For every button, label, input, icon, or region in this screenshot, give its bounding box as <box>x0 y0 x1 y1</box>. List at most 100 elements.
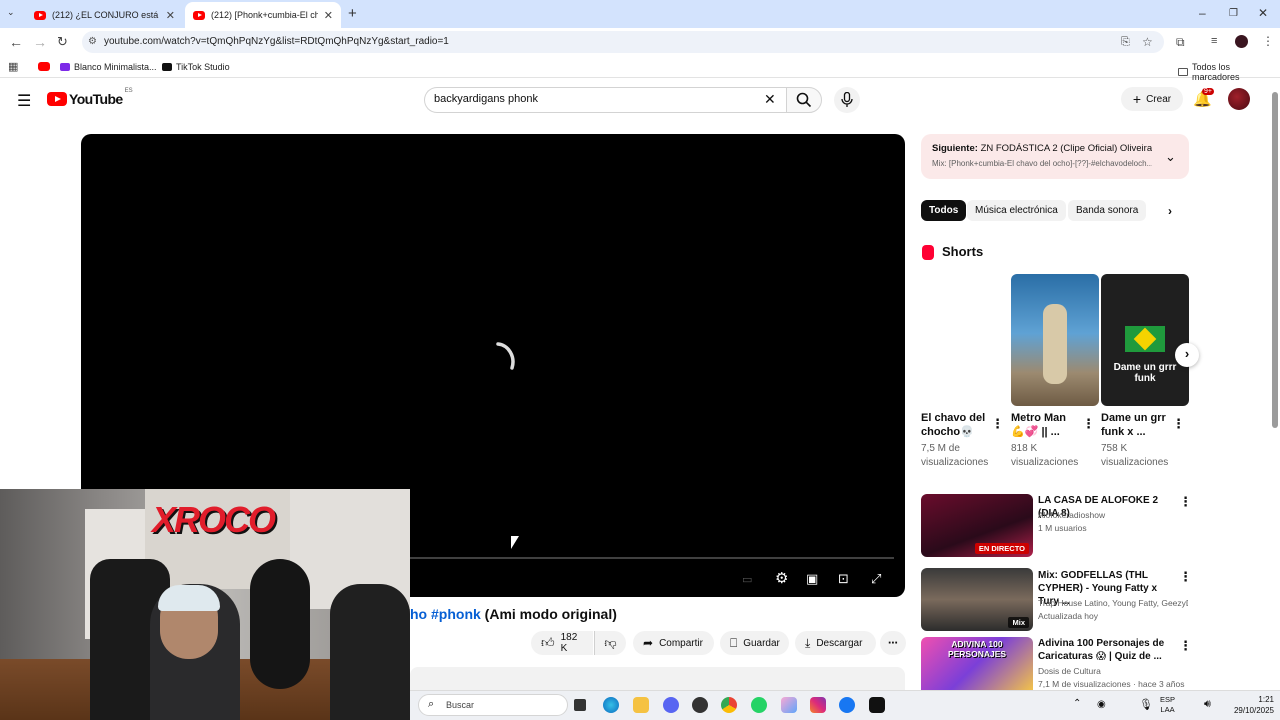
cast-icon[interactable]: ⊡ <box>838 571 849 587</box>
short-thumbnail-2[interactable] <box>1011 274 1099 406</box>
short-menu-icon-1[interactable]: ⋮ <box>991 416 1004 432</box>
task-view-icon[interactable] <box>574 699 586 711</box>
expand-chevron-icon[interactable]: ⌄ <box>1165 149 1176 165</box>
browser-tab-2[interactable]: (212) [Phonk+cumbia-El chavo ✕ <box>185 2 341 28</box>
video-channel-2[interactable]: Trap House Latino, Young Fatty, GeezyDe.… <box>1038 597 1188 609</box>
language-indicator[interactable]: ESP LAA <box>1160 695 1175 715</box>
tray-chevron-icon[interactable]: ⌃ <box>1073 698 1081 709</box>
download-button[interactable]: ⤓ Descargar <box>795 631 876 655</box>
settings-gear-icon[interactable]: ⚙ <box>775 569 788 587</box>
minimize-icon[interactable]: – <box>1199 6 1206 20</box>
share-button[interactable]: ➦ Compartir <box>633 631 714 655</box>
short-thumbnail-3[interactable]: Dame un grrr funk <box>1101 274 1189 406</box>
all-bookmarks[interactable]: Todos los marcadores <box>1178 62 1280 82</box>
dislike-button[interactable]: 👎︎ <box>594 631 626 655</box>
steam-icon[interactable] <box>692 697 708 713</box>
search-icon <box>796 92 812 108</box>
close-tab-icon[interactable]: ✕ <box>324 9 333 22</box>
instagram-icon[interactable] <box>810 697 826 713</box>
chip-musica-electronica[interactable]: Música electrónica <box>967 200 1066 221</box>
whatsapp-icon[interactable] <box>751 697 767 713</box>
chip-todos[interactable]: Todos <box>921 200 967 221</box>
forward-icon[interactable]: → <box>33 34 47 50</box>
profile-avatar[interactable] <box>1235 35 1248 48</box>
file-explorer-icon[interactable] <box>633 697 649 713</box>
bookmark-tiktok[interactable]: TikTok Studio <box>162 62 230 72</box>
maximize-icon[interactable]: ❐ <box>1229 8 1238 19</box>
short-thumbnail-1[interactable] <box>921 274 1009 406</box>
clock[interactable]: 1:21 29/10/2025 <box>1222 694 1274 716</box>
volume-icon[interactable]: 🔊︎ <box>1204 698 1211 711</box>
short-menu-icon-3[interactable]: ⋮ <box>1172 416 1185 432</box>
video-title-2a[interactable]: Mix: GODFELLAS (THL <box>1038 569 1173 582</box>
site-info-icon[interactable]: ⚙ <box>88 36 97 47</box>
browser-tab-1[interactable]: (212) ¿EL CONJURO está BASAD ✕ <box>26 2 183 28</box>
up-next-title[interactable]: Siguiente: ZN FODÁSTICA 2 (Clipe Oficial… <box>932 143 1152 154</box>
bookmark-blanco[interactable]: Blanco Minimalista... <box>60 62 157 72</box>
video-menu-icon-2[interactable]: ⋮ <box>1179 569 1192 585</box>
install-app-icon[interactable]: ⎘ <box>1121 36 1130 49</box>
page-scrollbar[interactable] <box>1272 92 1278 428</box>
search-input[interactable]: backyardigans phonk <box>434 93 538 105</box>
notifications-button[interactable]: 🔔 9+ <box>1193 88 1214 109</box>
url-text[interactable]: youtube.com/watch?v=tQmQhPqNzYg&list=RDt… <box>104 36 449 47</box>
fullscreen-icon[interactable]: ⤢ <box>871 571 881 587</box>
shorts-next-button[interactable]: › <box>1175 343 1199 367</box>
chrome-menu-icon[interactable]: ⋮ <box>1262 34 1274 48</box>
short-title-2b[interactable]: 💪💞 || ... <box>1011 425 1060 439</box>
video-title-3a[interactable]: Adivina 100 Personajes de <box>1038 637 1173 650</box>
voice-search-button[interactable] <box>834 87 860 113</box>
theater-mode-icon[interactable]: ▣ <box>806 571 818 587</box>
back-icon[interactable]: ← <box>9 34 23 50</box>
more-actions-button[interactable]: ⋯ <box>880 631 906 655</box>
video-thumbnail-3[interactable]: ADIVINA 100 PERSONAJES <box>921 637 1033 690</box>
media-icon[interactable]: ≡ <box>1211 35 1217 47</box>
short-title-1b[interactable]: chocho💀 <box>921 425 974 439</box>
account-avatar[interactable] <box>1228 88 1250 110</box>
chrome-taskbar-icon[interactable] <box>721 697 737 713</box>
tab-search-icon[interactable]: ⌄ <box>7 7 15 18</box>
video-channel-1[interactable]: Alofokeradioshow <box>1038 509 1188 521</box>
clear-search-icon[interactable]: ✕ <box>764 91 776 108</box>
search-button[interactable] <box>786 87 822 113</box>
create-button[interactable]: + Crear <box>1121 87 1183 111</box>
new-tab-icon[interactable]: + <box>348 5 357 22</box>
short-title-3b[interactable]: funk x ... <box>1101 425 1146 439</box>
video-title-3b[interactable]: Caricaturas 😱 | Quiz de ... <box>1038 650 1173 663</box>
edge-icon[interactable] <box>603 697 619 713</box>
youtube-logo[interactable]: YouTube ES <box>47 88 133 107</box>
save-button[interactable]: ⎕ Guardar <box>720 631 789 655</box>
extensions-icon[interactable]: ⧉ <box>1176 35 1185 50</box>
like-button[interactable]: 👍︎ 182 K <box>531 631 593 655</box>
short-title-1a[interactable]: El chavo del <box>921 411 985 425</box>
description-box[interactable] <box>410 667 905 690</box>
tray-wifi-icon[interactable]: ◉ <box>1097 699 1106 710</box>
tray-mic-icon[interactable]: 🎙︎ <box>1139 698 1153 711</box>
short-menu-icon-2[interactable]: ⋮ <box>1082 416 1095 432</box>
reload-icon[interactable]: ↻ <box>57 34 68 50</box>
facebook-icon[interactable] <box>839 697 855 713</box>
video-thumbnail-1[interactable]: EN DIRECTO <box>921 494 1033 557</box>
bookmark-star-icon[interactable]: ☆ <box>1142 35 1153 49</box>
taskbar-search[interactable]: ⌕ Buscar <box>418 694 568 716</box>
close-tab-icon[interactable]: ✕ <box>166 9 175 22</box>
video-channel-3[interactable]: Dosis de Cultura <box>1038 665 1188 677</box>
snipping-tool-icon[interactable] <box>781 697 797 713</box>
hashtag-link[interactable]: #phonk <box>431 606 481 622</box>
subtitles-icon[interactable]: ▭ <box>742 573 752 586</box>
chip-banda-sonora[interactable]: Banda sonora <box>1068 200 1147 221</box>
tiktok-taskbar-icon[interactable] <box>869 697 885 713</box>
up-next-panel[interactable] <box>921 134 1189 179</box>
progress-bar[interactable] <box>410 557 894 559</box>
short-title-3a[interactable]: Dame un grr <box>1101 411 1166 425</box>
hamburger-menu-icon[interactable]: ☰ <box>17 91 31 111</box>
video-menu-icon-3[interactable]: ⋮ <box>1179 638 1192 654</box>
youtube-bookmark-icon[interactable] <box>38 62 50 71</box>
close-window-icon[interactable]: ✕ <box>1258 6 1268 20</box>
video-thumbnail-2[interactable]: Mix <box>921 568 1033 631</box>
discord-icon[interactable] <box>663 697 679 713</box>
apps-grid-icon[interactable]: ▦ <box>8 60 18 73</box>
video-menu-icon-1[interactable]: ⋮ <box>1179 494 1192 510</box>
chips-next-icon[interactable]: › <box>1168 204 1172 218</box>
short-title-2a[interactable]: Metro Man <box>1011 411 1066 425</box>
